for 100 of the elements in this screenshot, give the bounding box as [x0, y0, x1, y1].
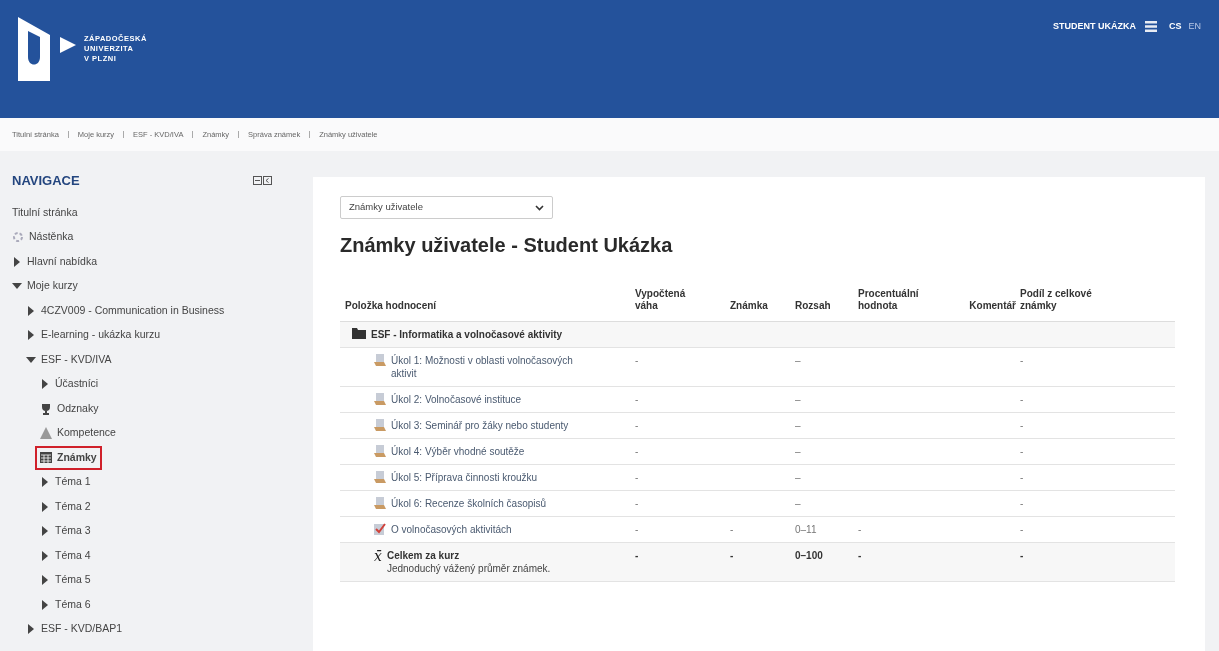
table-cell: - [635, 394, 639, 405]
nav-item[interactable]: E-learning - ukázka kurzu [26, 327, 161, 344]
caret-right-icon [42, 599, 48, 610]
navigation-title: NAVIGACE [12, 172, 80, 190]
column-header: Podíl z celkové známky [1020, 288, 1093, 312]
trophy-icon [40, 402, 52, 415]
nav-item[interactable]: 4CZV009 - Communication in Business [26, 302, 225, 319]
nav-item[interactable]: Moje kurzy [12, 278, 78, 295]
nav-item[interactable]: Téma 4 [40, 547, 91, 564]
nav-item[interactable]: ESF - KVD/BAP1 [26, 621, 123, 638]
grade-item-link[interactable]: Úkol 5: Příprava činnosti kroužku [391, 471, 538, 484]
table-cell: - [1020, 550, 1024, 561]
table-cell: – [795, 394, 801, 405]
table-cell: - [635, 550, 639, 561]
caret-down-icon [12, 283, 22, 290]
table-cell: - [1020, 446, 1024, 457]
table-cell: - [1020, 498, 1024, 509]
table-cell: - [1020, 394, 1024, 405]
language-link[interactable]: EN [1188, 20, 1201, 34]
caret-right-icon [28, 330, 34, 341]
pyramid-icon [40, 427, 52, 440]
table-cell: – [795, 446, 801, 457]
language-link[interactable]: CS [1168, 20, 1182, 34]
table-cell: - [635, 420, 639, 431]
table-cell: - [1020, 420, 1024, 431]
table-cell: - [1020, 472, 1024, 483]
collapse-block-icon[interactable] [253, 176, 262, 186]
table-cell: - [635, 498, 639, 509]
column-header: Známka [730, 300, 768, 312]
caret-right-icon [42, 550, 48, 561]
table-cell: 0–100 [795, 550, 823, 561]
folder-icon [352, 328, 366, 339]
document-icon [374, 471, 386, 483]
table-cell: - [730, 524, 734, 535]
caret-right-icon [42, 526, 48, 537]
table-cell: - [635, 355, 639, 366]
breadcrumb-separator [238, 131, 240, 138]
grade-item-link[interactable]: O volnočasových aktivitách [391, 523, 512, 536]
chevron-down-icon [535, 204, 544, 211]
document-icon [374, 445, 386, 457]
aggregation-note: Jednoduchý vážený průměr známek. [386, 562, 551, 575]
document-icon [374, 393, 386, 405]
document-icon [374, 354, 386, 366]
caret-right-icon [42, 501, 48, 512]
nav-item[interactable]: Nástěnka [12, 229, 74, 246]
column-header: Komentář [969, 300, 1016, 312]
table-cell: – [795, 355, 801, 366]
breadcrumb-separator [67, 131, 69, 138]
nav-item[interactable]: Odznaky [40, 400, 99, 417]
table-cell: - [858, 524, 862, 535]
checklist-icon [374, 523, 386, 535]
grade-item-link[interactable]: Úkol 2: Volnočasové instituce [391, 393, 522, 406]
mean-symbol: x̄ [374, 549, 382, 563]
table-icon [40, 452, 52, 464]
table-cell: - [1020, 355, 1024, 366]
menu-icon[interactable] [1144, 21, 1157, 33]
nav-item[interactable]: Téma 2 [40, 498, 91, 515]
nav-item[interactable]: Titulní stránka [12, 204, 78, 221]
document-icon [374, 497, 386, 509]
table-cell: - [1020, 524, 1024, 535]
nav-item[interactable]: Téma 5 [40, 572, 91, 589]
grade-item-link[interactable]: Úkol 1: Možnosti v oblasti volnočasových aktivit [391, 354, 591, 380]
nav-item[interactable]: Téma 6 [40, 596, 91, 613]
caret-right-icon [14, 256, 20, 267]
nav-item[interactable]: Hlavní nabídka [12, 253, 98, 270]
category-name: ESF - Informatika a volnočasové aktivity [371, 328, 563, 341]
table-cell: - [635, 472, 639, 483]
document-icon [374, 419, 386, 431]
column-header: Položka hodnocení [345, 300, 437, 312]
grade-item-link[interactable]: Úkol 4: Výběr vhodné soutěže [391, 445, 525, 458]
table-cell: – [795, 472, 801, 483]
nav-item[interactable]: Téma 3 [40, 523, 91, 540]
dashboard-icon [12, 231, 24, 244]
nav-item[interactable]: Kompetence [40, 425, 116, 442]
nav-item[interactable]: Téma 1 [40, 474, 91, 491]
table-cell: – [795, 420, 801, 431]
nav-item[interactable]: ESF - KVD/IVA [26, 351, 112, 368]
column-header: Vypočtená váha [635, 288, 687, 312]
caret-right-icon [42, 477, 48, 488]
column-header: Procentuální hodnota [858, 288, 920, 312]
caret-right-icon [42, 575, 48, 586]
nav-item[interactable]: Známky [35, 445, 102, 470]
breadcrumb-separator [192, 131, 194, 138]
caret-down-icon [26, 356, 36, 363]
grade-item-link[interactable]: Úkol 6: Recenze školních časopisů [391, 497, 547, 510]
breadcrumb-separator [123, 131, 125, 138]
page-title: Známky uživatele - Student Ukázka [340, 233, 674, 258]
caret-right-icon [42, 379, 48, 390]
user-name[interactable]: STUDENT UKÁZKA [1052, 20, 1136, 34]
caret-right-icon [28, 305, 34, 316]
dock-block-icon[interactable] [263, 176, 272, 186]
total-label: Celkem za kurz [386, 549, 461, 562]
nav-item[interactable]: Účastníci [40, 376, 99, 393]
report-select[interactable]: Známky uživatele [340, 196, 553, 219]
university-logo-icon [16, 17, 78, 81]
grade-item-link[interactable]: Úkol 3: Seminář pro žáky nebo studenty [391, 419, 569, 432]
breadcrumb-separator [309, 131, 311, 138]
table-cell: - [858, 550, 862, 561]
table-cell: – [795, 498, 801, 509]
table-cell: - [635, 446, 639, 457]
